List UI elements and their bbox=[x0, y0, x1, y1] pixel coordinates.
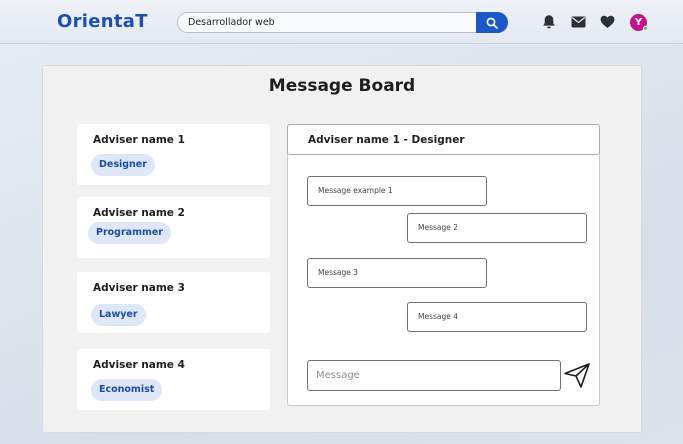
heart-icon[interactable] bbox=[600, 15, 615, 29]
adviser-name: Adviser name 1 bbox=[93, 134, 185, 146]
adviser-name: Adviser name 4 bbox=[93, 359, 185, 371]
send-icon[interactable] bbox=[563, 362, 591, 389]
mail-icon[interactable] bbox=[571, 16, 586, 28]
app-logo[interactable]: OrientaT bbox=[57, 11, 148, 32]
adviser-card-3[interactable]: Adviser name 3 Lawyer bbox=[77, 272, 270, 333]
chat-header: Adviser name 1 - Designer bbox=[287, 124, 600, 155]
page-title: Message Board bbox=[268, 76, 416, 96]
chat-title: Adviser name 1 - Designer bbox=[308, 134, 465, 146]
message-bubble: Message 3 bbox=[307, 258, 487, 288]
adviser-card-1[interactable]: Adviser name 1 Designer bbox=[77, 124, 270, 185]
bell-icon[interactable] bbox=[542, 14, 556, 30]
message-bubble: Message example 1 bbox=[307, 176, 487, 206]
adviser-card-2[interactable]: Adviser name 2 Programmer bbox=[77, 197, 270, 258]
search-input[interactable] bbox=[188, 13, 473, 32]
user-avatar[interactable]: Y bbox=[630, 14, 648, 31]
message-input[interactable] bbox=[308, 361, 560, 390]
adviser-name: Adviser name 2 bbox=[93, 207, 185, 219]
online-status-indicator bbox=[643, 26, 648, 31]
avatar-initial: Y bbox=[634, 17, 643, 28]
role-badge: Lawyer bbox=[91, 304, 146, 326]
message-bubble: Message 2 bbox=[407, 213, 587, 243]
adviser-card-4[interactable]: Adviser name 4 Economist bbox=[77, 349, 270, 410]
search-icon bbox=[486, 17, 498, 29]
adviser-name: Adviser name 3 bbox=[93, 282, 185, 294]
role-badge: Economist bbox=[91, 379, 163, 401]
search-button[interactable] bbox=[476, 12, 508, 33]
chat-window: Adviser name 1 - Designer Message exampl… bbox=[287, 124, 600, 406]
top-navigation-bar: OrientaT Y bbox=[0, 0, 683, 44]
message-composer bbox=[307, 360, 561, 391]
message-board-panel: Message Board Adviser name 1 Designer Ad… bbox=[42, 65, 642, 433]
role-badge: Designer bbox=[91, 154, 155, 176]
role-badge: Programmer bbox=[88, 222, 171, 244]
search-bar bbox=[177, 12, 508, 33]
message-bubble: Message 4 bbox=[407, 302, 587, 332]
